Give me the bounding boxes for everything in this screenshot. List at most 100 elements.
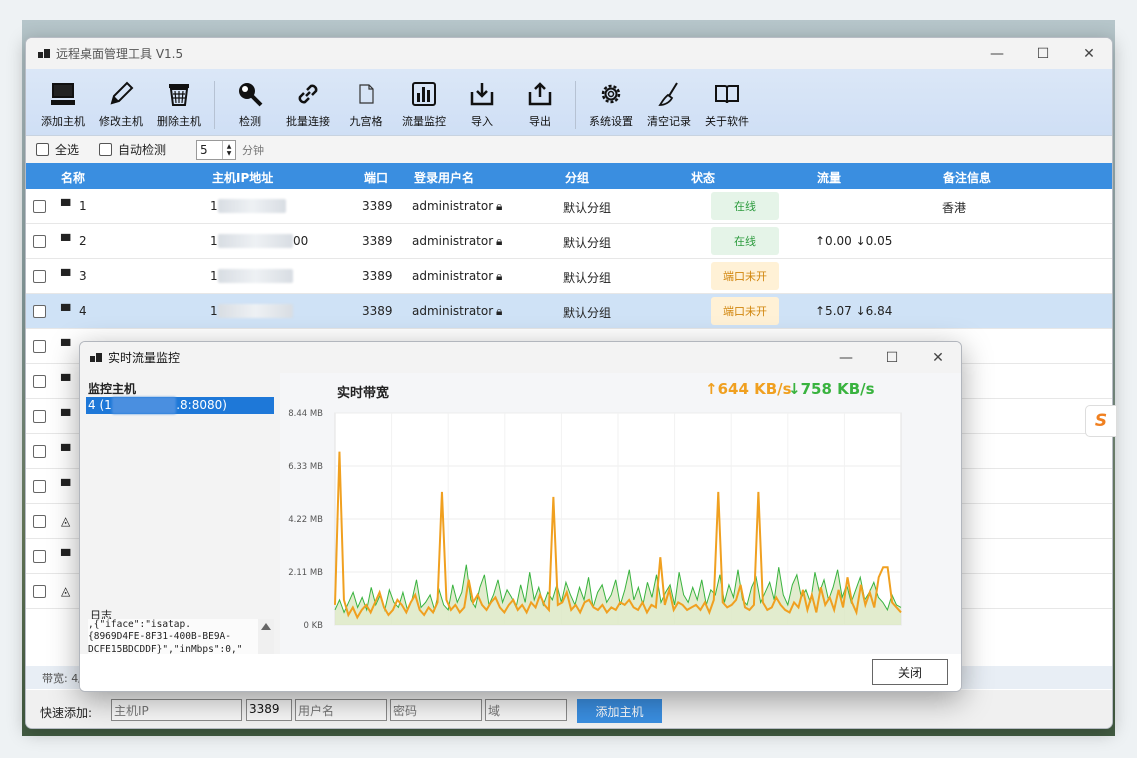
- host-ip-input[interactable]: 主机IP: [111, 699, 242, 721]
- col-traffic[interactable]: 流量: [817, 169, 841, 186]
- row-checkbox[interactable]: [33, 480, 46, 493]
- traffic-monitor-dialog: 实时流量监控 — ☐ ✕ 监控主机 4 (1xx.xxx.xxx.8:8080)…: [79, 341, 962, 692]
- col-port[interactable]: 端口: [364, 169, 388, 186]
- close-button[interactable]: ✕: [1066, 38, 1112, 69]
- dialog-maximize-button[interactable]: ☐: [869, 342, 915, 373]
- server-icon: ▀: [61, 409, 71, 423]
- title-bar[interactable]: 远程桌面管理工具 V1.5 — ☐ ✕: [26, 38, 1112, 69]
- edit-host-button[interactable]: 修改主机: [92, 69, 150, 129]
- toolbar-separator: [575, 81, 576, 129]
- row-checkbox[interactable]: [33, 445, 46, 458]
- import-label: 导入: [471, 115, 493, 128]
- dialog-app-icon: [90, 352, 102, 364]
- row-checkbox[interactable]: [33, 305, 46, 318]
- delete-host-label: 删除主机: [157, 115, 201, 128]
- dialog-close-x-button[interactable]: ✕: [915, 342, 961, 373]
- host-list-item-selected[interactable]: 4 (1xx.xxx.xxx.8:8080): [86, 397, 274, 414]
- toolbar-separator: [214, 81, 215, 129]
- col-group[interactable]: 分组: [565, 169, 589, 186]
- quick-add-bar: 快速添加: 主机IP 3389 用户名 密码 域 添加主机: [26, 690, 1112, 728]
- auto-detect-checkbox[interactable]: 自动检测: [99, 141, 166, 158]
- dialog-title: 实时流量监控: [108, 351, 181, 365]
- dialog-minimize-button[interactable]: —: [823, 342, 869, 373]
- row-checkbox[interactable]: [33, 340, 46, 353]
- row-ip-prefix: 1: [210, 234, 218, 248]
- row-group: 默认分组: [563, 271, 612, 285]
- host-list-header: 监控主机: [88, 382, 137, 396]
- lock-icon: 🔒︎: [496, 269, 503, 283]
- row-name: 3: [79, 269, 87, 283]
- row-checkbox[interactable]: [33, 410, 46, 423]
- row-checkbox[interactable]: [33, 235, 46, 248]
- domain-input[interactable]: 域: [485, 699, 567, 721]
- minimize-button[interactable]: —: [974, 38, 1020, 69]
- batch-connect-label: 批量连接: [286, 115, 330, 128]
- col-name[interactable]: 名称: [61, 169, 85, 186]
- col-status[interactable]: 状态: [691, 169, 715, 186]
- server-icon: ▀: [61, 269, 71, 283]
- port-input[interactable]: 3389: [246, 699, 292, 721]
- link-icon: [293, 79, 323, 109]
- about-button[interactable]: 关于软件: [698, 69, 756, 129]
- dialog-title-bar[interactable]: 实时流量监控 — ☐ ✕: [80, 342, 961, 373]
- status-badge: 端口未开: [711, 297, 779, 325]
- password-input[interactable]: 密码: [390, 699, 482, 721]
- import-button[interactable]: 导入: [453, 69, 511, 129]
- y-tick-label: 8.44 MB: [288, 409, 323, 419]
- options-bar: 全选 自动检测 5 ▲ ▼ 分钟: [26, 136, 1112, 163]
- settings-button[interactable]: 系统设置: [582, 69, 640, 129]
- row-ip-tail: 00: [293, 234, 309, 248]
- batch-connect-button[interactable]: 批量连接: [279, 69, 337, 129]
- col-ip[interactable]: 主机IP地址: [212, 169, 273, 186]
- server-icon: ▀: [61, 304, 71, 318]
- status-badge: 在线: [711, 227, 779, 255]
- row-checkbox[interactable]: [33, 585, 46, 598]
- server-icon: ▀: [61, 199, 71, 213]
- interval-spinner[interactable]: 5 ▲ ▼: [196, 139, 237, 160]
- export-button[interactable]: 导出: [511, 69, 569, 129]
- add-host-label: 添加主机: [41, 115, 85, 128]
- server-icon: ▀: [61, 444, 71, 458]
- row-traffic: ↑5.07 ↓6.84: [815, 304, 893, 318]
- book-icon: [712, 79, 742, 109]
- delete-host-button[interactable]: 删除主机: [150, 69, 208, 129]
- row-user: administrator: [412, 234, 494, 248]
- spinner-arrows[interactable]: ▲ ▼: [222, 140, 235, 159]
- detect-button[interactable]: 检测: [221, 69, 279, 129]
- bandwidth-chart: 8.44 MB 6.33 MB 4.22 MB 2.11 MB 0 KB: [288, 409, 902, 631]
- table-row-selected[interactable]: ▀ 4 1xx.xxx.xxx.x 3389 administrator 🔒︎ …: [26, 294, 1112, 329]
- server-icon: ▀: [61, 339, 71, 353]
- quick-add-button[interactable]: 添加主机: [577, 699, 662, 723]
- gear-icon: [596, 79, 626, 109]
- close-dialog-button[interactable]: 关闭: [872, 659, 948, 685]
- clear-records-button[interactable]: 清空记录: [640, 69, 698, 129]
- interval-value: 5: [200, 142, 208, 157]
- nine-grid-button[interactable]: 九宫格: [337, 69, 395, 129]
- maximize-button[interactable]: ☐: [1020, 38, 1066, 69]
- row-checkbox[interactable]: [33, 375, 46, 388]
- username-input[interactable]: 用户名: [295, 699, 387, 721]
- auto-detect-label: 自动检测: [118, 143, 167, 157]
- table-row[interactable]: ▀ 1 1xx.xxx.x.xx 3389 administrator 🔒︎ 默…: [26, 189, 1112, 224]
- traffic-monitor-button[interactable]: 流量监控: [395, 69, 453, 129]
- row-port: 3389: [362, 269, 393, 283]
- row-checkbox[interactable]: [33, 515, 46, 528]
- settings-label: 系统设置: [589, 115, 633, 128]
- input-method-float-icon[interactable]: S: [1085, 405, 1117, 437]
- col-username[interactable]: 登录用户名: [414, 169, 474, 186]
- row-checkbox[interactable]: [33, 550, 46, 563]
- row-checkbox[interactable]: [33, 270, 46, 283]
- row-group: 默认分组: [563, 306, 612, 320]
- y-tick-label: 6.33 MB: [288, 462, 323, 472]
- row-checkbox[interactable]: [33, 200, 46, 213]
- dialog-footer: 关闭: [80, 654, 961, 691]
- about-label: 关于软件: [705, 115, 749, 128]
- table-row[interactable]: ▀ 2 1xx.xxx.xxx.x00 3389 administrator 🔒…: [26, 224, 1112, 259]
- col-note[interactable]: 备注信息: [943, 169, 991, 186]
- linux-icon: ◬: [61, 584, 71, 598]
- scroll-up-arrow-icon[interactable]: [261, 623, 271, 630]
- table-row[interactable]: ▀ 3 1xx.xxx.xxx.x 3389 administrator 🔒︎ …: [26, 259, 1112, 294]
- trash-icon: [164, 79, 194, 109]
- select-all-checkbox[interactable]: 全选: [36, 141, 79, 158]
- add-host-button[interactable]: 添加主机: [34, 69, 92, 129]
